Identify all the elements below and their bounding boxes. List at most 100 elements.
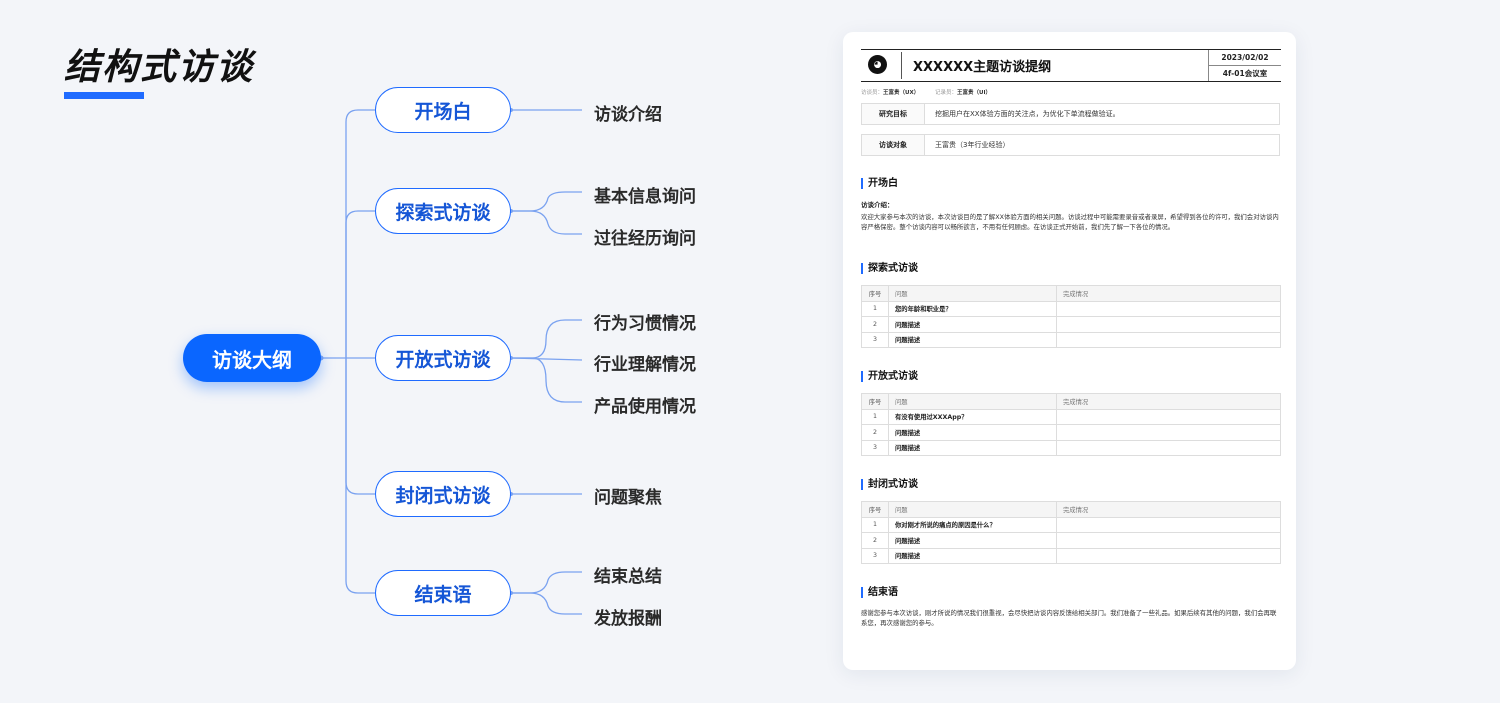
trunk-branch-5 — [345, 358, 375, 594]
row-question: 问题描述 — [888, 316, 1057, 333]
row-num: 3 — [861, 331, 889, 348]
interviewer-label: 访谈员： — [861, 90, 884, 96]
target-value: 王富贵（3年行业经验） — [935, 141, 1010, 149]
table-row: 1 您的年龄和职业是？ — [861, 300, 1281, 317]
table-row: 3 问题描述 — [861, 439, 1281, 456]
row-num: 2 — [861, 532, 889, 549]
trunk-branch-2 — [345, 210, 375, 358]
table-header-row: 序号 问题 完成情况 — [861, 285, 1281, 302]
table-row: 2 问题描述 — [861, 424, 1281, 441]
goal-label: 研究目标 — [862, 104, 925, 124]
row-status — [1056, 331, 1281, 348]
table-row: 3 问题描述 — [861, 547, 1281, 564]
row-question: 问题描述 — [888, 331, 1057, 348]
mindmap-branch-closed: 封闭式访谈 — [375, 471, 511, 517]
mindmap-leaf: 发放报酬 — [594, 609, 662, 629]
row-num: 1 — [861, 516, 889, 533]
leaf-connector-2-2 — [511, 210, 582, 235]
doc-title: XXXXXX主题访谈提纲 — [913, 60, 1052, 75]
col-status: 完成情况 — [1056, 393, 1281, 410]
col-question: 问题 — [888, 285, 1057, 302]
row-status — [1056, 316, 1281, 333]
row-num: 1 — [861, 300, 889, 317]
row-status — [1056, 532, 1281, 549]
doc-people: 访谈员：王富贵（UX） 记录员：王富贵（UI） — [861, 88, 1005, 96]
table-header-row: 序号 问题 完成情况 — [861, 393, 1281, 410]
col-num: 序号 — [861, 393, 889, 410]
section-title-ending: 结束语 — [861, 587, 898, 598]
row-question: 问题描述 — [888, 439, 1057, 456]
table-row: 1 有没有使用过XXXApp？ — [861, 408, 1281, 425]
mindmap-leaf: 产品使用情况 — [594, 397, 696, 417]
row-question: 有没有使用过XXXApp？ — [888, 408, 1057, 425]
divider — [901, 52, 902, 79]
leaf-connector-3-3 — [511, 357, 582, 403]
intro-label: 访谈介绍： — [861, 201, 894, 209]
row-status — [1056, 424, 1281, 441]
leaf-connector-3-1 — [511, 319, 582, 359]
table-row: 2 问题描述 — [861, 532, 1281, 549]
row-question: 问题描述 — [888, 547, 1057, 564]
mindmap-leaf: 行为习惯情况 — [594, 314, 696, 334]
col-num: 序号 — [861, 285, 889, 302]
mindmap-leaf: 问题聚焦 — [594, 488, 662, 508]
row-status — [1056, 408, 1281, 425]
leaf-connector-2-1 — [511, 191, 582, 212]
mindmap-branch-opening: 开场白 — [375, 87, 511, 133]
mindmap-branch-open: 开放式访谈 — [375, 335, 511, 381]
mindmap-leaf: 行业理解情况 — [594, 355, 696, 375]
row-question: 你对刚才所说的痛点的原因是什么？ — [888, 516, 1057, 533]
doc-meta: 2023/02/02 4f-01会议室 — [1208, 50, 1281, 81]
section-title-explore: 探索式访谈 — [861, 263, 918, 274]
goal-row: 研究目标 挖掘用户在XX体验方面的关注点，为优化下单流程做验证。 — [861, 103, 1280, 125]
logo-icon: ◕ — [868, 55, 887, 74]
table-row: 1 你对刚才所说的痛点的原因是什么？ — [861, 516, 1281, 533]
mindmap-leaf: 结束总结 — [594, 567, 662, 587]
row-question: 问题描述 — [888, 532, 1057, 549]
col-question: 问题 — [888, 501, 1057, 518]
table-row: 3 问题描述 — [861, 331, 1281, 348]
col-num: 序号 — [861, 501, 889, 518]
intro-paragraph: 欢迎大家参与本次的访谈，本次访谈目的是了解XX体验方面的相关问题。访谈过程中可能… — [861, 213, 1279, 231]
row-question: 您的年龄和职业是？ — [888, 300, 1057, 317]
mindmap-leaf: 过往经历询问 — [594, 229, 696, 249]
interviewer-name: 王富贵（UX） — [883, 90, 920, 96]
table-row: 2 问题描述 — [861, 316, 1281, 333]
trunk-branch-1 — [345, 109, 375, 358]
section-title-open: 开放式访谈 — [861, 371, 918, 382]
doc-date: 2023/02/02 — [1209, 50, 1281, 66]
open-table: 序号 问题 完成情况 1 有没有使用过XXXApp？ 2 问题描述 3 问题描述 — [861, 393, 1281, 456]
leaf-connector-5-1 — [511, 571, 582, 594]
row-status — [1056, 439, 1281, 456]
row-status — [1056, 300, 1281, 317]
col-status: 完成情况 — [1056, 285, 1281, 302]
mindmap-leaf: 访谈介绍 — [594, 105, 662, 125]
interview-outline-document: ◕ XXXXXX主题访谈提纲 2023/02/02 4f-01会议室 访谈员：王… — [843, 32, 1296, 670]
row-num: 2 — [861, 316, 889, 333]
doc-header: ◕ XXXXXX主题访谈提纲 2023/02/02 4f-01会议室 — [861, 49, 1281, 82]
section-title-closed: 封闭式访谈 — [861, 479, 918, 490]
col-question: 问题 — [888, 393, 1057, 410]
row-num: 2 — [861, 424, 889, 441]
explore-table: 序号 问题 完成情况 1 您的年龄和职业是？ 2 问题描述 3 问题描述 — [861, 285, 1281, 348]
row-status — [1056, 547, 1281, 564]
mindmap-leaf: 基本信息询问 — [594, 187, 696, 207]
row-status — [1056, 516, 1281, 533]
trunk-branch-4 — [345, 358, 375, 495]
recorder-label: 记录员： — [934, 90, 957, 96]
mindmap-branch-ending: 结束语 — [375, 570, 511, 616]
target-row: 访谈对象 王富贵（3年行业经验） — [861, 134, 1280, 156]
goal-value: 挖掘用户在XX体验方面的关注点，为优化下单流程做验证。 — [935, 110, 1120, 118]
row-num: 3 — [861, 547, 889, 564]
col-status: 完成情况 — [1056, 501, 1281, 518]
doc-room: 4f-01会议室 — [1222, 69, 1268, 78]
ending-paragraph: 感谢您参与本次访谈，刚才所说的情况我们很重视，会尽快把访谈内容反馈给相关部门。我… — [861, 609, 1277, 627]
closed-table: 序号 问题 完成情况 1 你对刚才所说的痛点的原因是什么？ 2 问题描述 3 问… — [861, 501, 1281, 564]
target-label: 访谈对象 — [862, 135, 925, 155]
mindmap-root: 访谈大纲 — [183, 334, 321, 382]
row-num: 1 — [861, 408, 889, 425]
table-header-row: 序号 问题 完成情况 — [861, 501, 1281, 518]
section-title-opening: 开场白 — [861, 178, 898, 189]
leaf-connector-5-2 — [511, 592, 582, 615]
row-num: 3 — [861, 439, 889, 456]
